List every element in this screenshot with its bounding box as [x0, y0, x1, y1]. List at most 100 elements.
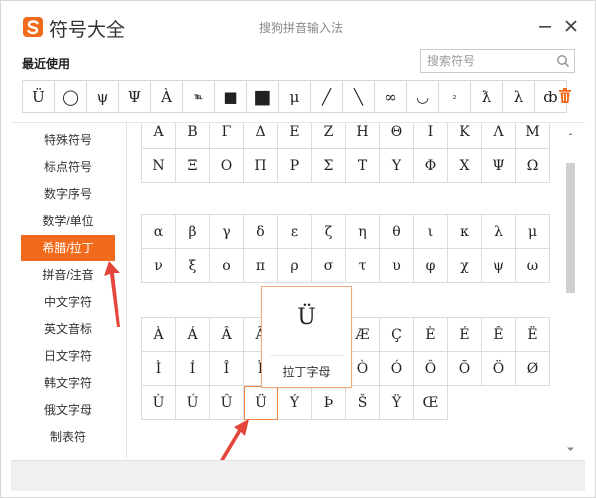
sidebar-item-box-drawing[interactable]: 制表符: [21, 424, 115, 450]
sidebar-item-special[interactable]: 特殊符号: [21, 127, 115, 153]
symbol-cell[interactable]: τ: [346, 249, 380, 283]
close-icon[interactable]: [562, 17, 580, 35]
symbol-cell[interactable]: Υ: [380, 149, 414, 183]
symbol-cell[interactable]: ω: [516, 249, 550, 283]
symbol-cell-selected[interactable]: Ü: [244, 386, 278, 420]
symbol-cell[interactable]: Χ: [448, 149, 482, 183]
scrollbar[interactable]: [564, 123, 575, 459]
symbol-cell[interactable]: π: [244, 249, 278, 283]
symbol-cell[interactable]: λ: [482, 215, 516, 249]
symbol-cell[interactable]: θ: [380, 215, 414, 249]
symbol-cell[interactable]: Î: [210, 352, 244, 386]
symbol-cell[interactable]: Ε: [278, 123, 312, 149]
symbol-cell[interactable]: Π: [244, 149, 278, 183]
symbol-cell[interactable]: δ: [244, 215, 278, 249]
symbol-cell[interactable]: γ: [210, 215, 244, 249]
symbol-cell[interactable]: Σ: [312, 149, 346, 183]
recent-symbol[interactable]: ψ: [86, 80, 119, 113]
symbol-cell[interactable]: χ: [448, 249, 482, 283]
symbol-cell[interactable]: Μ: [516, 123, 550, 149]
symbol-cell[interactable]: Λ: [482, 123, 516, 149]
recent-symbol[interactable]: ╱: [310, 80, 343, 113]
recent-symbol[interactable]: ■: [246, 80, 279, 113]
symbol-cell[interactable]: Ó: [380, 352, 414, 386]
symbol-cell[interactable]: Ø: [516, 352, 550, 386]
minimize-icon[interactable]: [536, 17, 554, 35]
sidebar-item-korean[interactable]: 韩文字符: [21, 370, 115, 396]
symbol-cell[interactable]: Â: [210, 318, 244, 352]
symbol-cell[interactable]: Ô: [414, 352, 448, 386]
symbol-cell[interactable]: Η: [346, 123, 380, 149]
symbol-cell[interactable]: Τ: [346, 149, 380, 183]
symbol-cell[interactable]: Ç: [380, 318, 414, 352]
symbol-cell[interactable]: Κ: [448, 123, 482, 149]
recent-symbol[interactable]: Ψ: [118, 80, 151, 113]
symbol-cell[interactable]: À: [142, 318, 176, 352]
sidebar-item-math-units[interactable]: 数学/单位: [21, 208, 115, 234]
symbol-cell[interactable]: Á: [176, 318, 210, 352]
recent-symbol[interactable]: ∞: [374, 80, 407, 113]
title-bar[interactable]: 符号大全 搜狗拼音输入法: [1, 1, 595, 47]
symbol-cell[interactable]: Α: [142, 123, 176, 149]
symbol-cell[interactable]: η: [346, 215, 380, 249]
recent-symbol[interactable]: λ: [502, 80, 535, 113]
recent-symbol[interactable]: ■: [214, 80, 247, 113]
symbol-cell[interactable]: Ú: [176, 386, 210, 420]
search-icon[interactable]: [556, 54, 570, 68]
symbol-cell[interactable]: ε: [278, 215, 312, 249]
symbol-cell[interactable]: Ρ: [278, 149, 312, 183]
symbol-cell[interactable]: Ν: [142, 149, 176, 183]
scroll-down-icon[interactable]: [566, 441, 575, 451]
recent-symbol[interactable]: Ü: [22, 80, 55, 113]
symbol-cell[interactable]: υ: [380, 249, 414, 283]
symbol-cell[interactable]: Ξ: [176, 149, 210, 183]
symbol-cell[interactable]: κ: [448, 215, 482, 249]
symbol-cell[interactable]: ι: [414, 215, 448, 249]
symbol-cell[interactable]: ν: [142, 249, 176, 283]
symbol-cell[interactable]: Û: [210, 386, 244, 420]
trash-icon[interactable]: [557, 87, 573, 105]
symbol-cell[interactable]: Θ: [380, 123, 414, 149]
recent-symbol[interactable]: ℡: [182, 80, 215, 113]
symbol-cell[interactable]: Í: [176, 352, 210, 386]
symbol-cell[interactable]: ρ: [278, 249, 312, 283]
symbol-cell[interactable]: ο: [210, 249, 244, 283]
symbol-cell[interactable]: Δ: [244, 123, 278, 149]
symbol-cell[interactable]: Þ: [312, 386, 346, 420]
symbol-cell[interactable]: Ì: [142, 352, 176, 386]
sidebar-item-punctuation[interactable]: 标点符号: [21, 154, 115, 180]
symbol-cell[interactable]: Ö: [482, 352, 516, 386]
symbol-cell[interactable]: ξ: [176, 249, 210, 283]
symbol-cell[interactable]: Ζ: [312, 123, 346, 149]
sidebar-item-russian[interactable]: 俄文字母: [21, 397, 115, 423]
sidebar-item-greek-latin[interactable]: 希腊/拉丁: [21, 235, 115, 261]
recent-symbol[interactable]: ╲: [342, 80, 375, 113]
symbol-cell[interactable]: Φ: [414, 149, 448, 183]
scroll-up-icon[interactable]: [566, 126, 575, 137]
symbol-cell[interactable]: Ω: [516, 149, 550, 183]
symbol-cell[interactable]: Ý: [278, 386, 312, 420]
symbol-cell[interactable]: Β: [176, 123, 210, 149]
recent-symbol[interactable]: ◯: [54, 80, 87, 113]
symbol-cell[interactable]: Ê: [482, 318, 516, 352]
recent-symbol[interactable]: ◡: [406, 80, 439, 113]
symbol-cell[interactable]: Ë: [516, 318, 550, 352]
sidebar-item-japanese[interactable]: 日文字符: [21, 343, 115, 369]
symbol-cell[interactable]: ψ: [482, 249, 516, 283]
symbol-cell[interactable]: Ψ: [482, 149, 516, 183]
recent-symbol[interactable]: μ: [278, 80, 311, 113]
search-box[interactable]: [420, 49, 575, 73]
symbol-cell[interactable]: Ο: [210, 149, 244, 183]
symbol-cell[interactable]: Ù: [142, 386, 176, 420]
symbol-cell[interactable]: φ: [414, 249, 448, 283]
recent-symbol[interactable]: ₂: [438, 80, 471, 113]
symbol-cell[interactable]: μ: [516, 215, 550, 249]
symbol-cell[interactable]: Š: [346, 386, 380, 420]
recent-symbol[interactable]: ƛ: [470, 80, 503, 113]
symbol-cell[interactable]: α: [142, 215, 176, 249]
symbol-cell[interactable]: É: [448, 318, 482, 352]
symbol-cell[interactable]: È: [414, 318, 448, 352]
symbol-cell[interactable]: Õ: [448, 352, 482, 386]
symbol-cell[interactable]: Γ: [210, 123, 244, 149]
symbol-cell[interactable]: σ: [312, 249, 346, 283]
